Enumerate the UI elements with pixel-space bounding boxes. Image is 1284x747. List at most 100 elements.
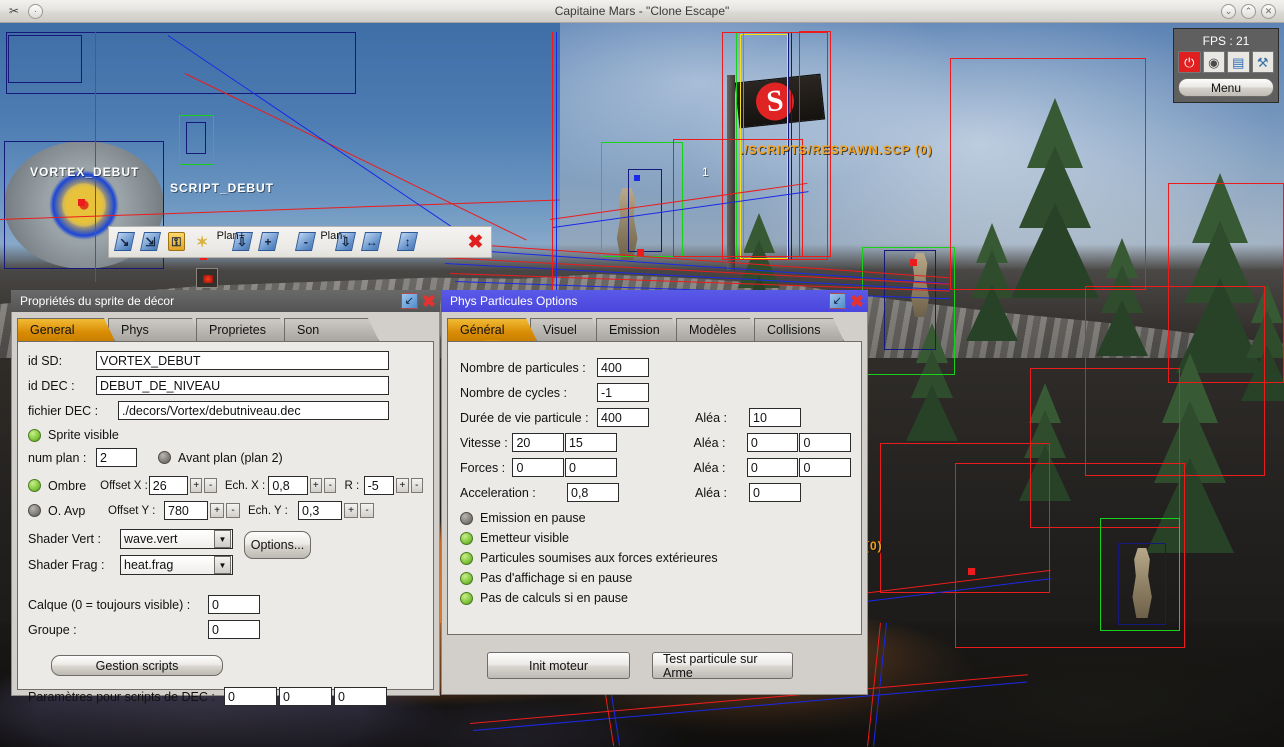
tab-emission[interactable]: Emission (596, 318, 683, 341)
r-input[interactable]: -5 (364, 476, 395, 495)
tab-phys[interactable]: Phys (108, 318, 203, 341)
pas-calculs-row[interactable]: Pas de calculs si en pause (460, 591, 851, 605)
num-plan-input[interactable]: 2 (96, 448, 137, 467)
tab-collisions[interactable]: Collisions (754, 318, 844, 341)
pas-calculs-indicator[interactable] (460, 592, 473, 605)
vitesse-input-1[interactable]: 20 (512, 433, 564, 452)
gestion-scripts-button[interactable]: Gestion scripts (51, 655, 223, 676)
fichier-dec-input[interactable]: ./decors/Vortex/debutniveau.dec (118, 401, 389, 420)
wrench-icon[interactable]: ⚒ (1252, 51, 1275, 73)
minus-icon[interactable]: - (296, 230, 315, 254)
sprite-toolbar[interactable]: ↘ ⇲ ⚿ ✶ Plan+⇩ + - Plan-⇩ ↔ ↕ ✖ (108, 226, 492, 258)
params-dec-input-2[interactable]: 0 (279, 687, 332, 706)
game-viewport[interactable]: S (0, 23, 1284, 747)
avant-plan-indicator[interactable] (158, 451, 171, 464)
tab-proprietes[interactable]: Proprietes (196, 318, 291, 341)
dialog-titlebar[interactable]: Phys Particules Options ↙ ✖ (441, 290, 868, 312)
groupe-input[interactable]: 0 (208, 620, 260, 639)
offset-y-increment[interactable]: + (210, 503, 224, 518)
minimize-icon[interactable]: ↙ (829, 293, 846, 309)
tab-general[interactable]: General (17, 318, 115, 341)
chevron-down-icon[interactable]: ▼ (214, 530, 231, 548)
offset-y-input[interactable]: 780 (164, 501, 208, 520)
acceleration-input[interactable]: 0,8 (567, 483, 619, 502)
ombre-indicator[interactable] (28, 479, 41, 492)
forces-alea-input-1[interactable]: 0 (747, 458, 799, 477)
magic-wand-icon[interactable]: ✶ (193, 230, 212, 254)
plan-plus-icon[interactable]: Plan+⇩ (233, 230, 252, 254)
nombre-particules-input[interactable]: 400 (597, 358, 649, 377)
plus-icon[interactable]: + (259, 230, 278, 254)
sprite-visible-row[interactable]: Sprite visible (28, 428, 423, 442)
tab-general[interactable]: Général (447, 318, 537, 341)
id-dec-input[interactable]: DEBUT_DE_NIVEAU (96, 376, 389, 395)
delete-icon[interactable]: ✖ (466, 230, 485, 254)
particles-options-dialog[interactable]: Phys Particules Options ↙ ✖ Général Visu… (441, 290, 868, 695)
close-button[interactable]: ✕ (1261, 4, 1276, 19)
close-icon[interactable]: ✖ (850, 293, 864, 310)
monitor-icon[interactable]: ▤ (1227, 51, 1250, 73)
camera-icon[interactable]: ◉ (1203, 51, 1226, 73)
select-sprite-icon[interactable]: ↘ (115, 230, 134, 254)
emetteur-visible-row[interactable]: Emetteur visible (460, 531, 851, 545)
tab-modeles[interactable]: Modèles (676, 318, 761, 341)
id-sd-input[interactable]: VORTEX_DEBUT (96, 351, 389, 370)
chevron-down-icon[interactable]: ▼ (214, 556, 231, 574)
o-avp-indicator[interactable] (28, 504, 41, 517)
lock-icon[interactable]: ⚿ (167, 230, 186, 254)
r-decrement[interactable]: - (411, 478, 423, 493)
options-button[interactable]: Options... (244, 531, 311, 559)
duplicate-sprite-icon[interactable]: ⇲ (141, 230, 160, 254)
pas-affichage-row[interactable]: Pas d'affichage si en pause (460, 571, 851, 585)
sprite-properties-dialog[interactable]: Propriétés du sprite de décor ↙ ✖ Genera… (11, 290, 440, 696)
test-particule-button[interactable]: Test particule sur Arme (652, 652, 793, 679)
forces-input-1[interactable]: 0 (512, 458, 564, 477)
vitesse-alea-input-1[interactable]: 0 (747, 433, 799, 452)
duree-vie-input[interactable]: 400 (597, 408, 649, 427)
ech-x-input[interactable]: 0,8 (268, 476, 307, 495)
duree-vie-alea-input[interactable]: 10 (749, 408, 801, 427)
tab-visuel[interactable]: Visuel (530, 318, 603, 341)
banner-sprite[interactable]: S (735, 74, 825, 129)
pas-affichage-indicator[interactable] (460, 572, 473, 585)
ech-y-decrement[interactable]: - (360, 503, 374, 518)
ech-y-input[interactable]: 0,3 (298, 501, 342, 520)
app-icon[interactable]: ✂ (6, 3, 22, 19)
ech-y-increment[interactable]: + (344, 503, 358, 518)
shader-blast-thumb[interactable] (196, 268, 218, 288)
ech-x-increment[interactable]: + (310, 478, 322, 493)
minimize-icon[interactable]: ↙ (401, 293, 418, 309)
offset-x-input[interactable]: 26 (149, 476, 188, 495)
offset-x-decrement[interactable]: - (204, 478, 216, 493)
menu-button[interactable]: Menu (1178, 78, 1274, 97)
params-dec-input-3[interactable]: 0 (334, 687, 387, 706)
emission-pause-row[interactable]: Emission en pause (460, 511, 851, 525)
ech-x-decrement[interactable]: - (324, 478, 336, 493)
offset-x-increment[interactable]: + (190, 478, 202, 493)
acceleration-alea-input[interactable]: 0 (749, 483, 801, 502)
window-menu-icon[interactable]: · (28, 4, 43, 19)
vitesse-alea-input-2[interactable]: 0 (799, 433, 851, 452)
minimize-button[interactable]: ⌄ (1221, 4, 1236, 19)
sprite-visible-indicator[interactable] (28, 429, 41, 442)
tab-son[interactable]: Son (284, 318, 379, 341)
nombre-cycles-input[interactable]: -1 (597, 383, 649, 402)
maximize-button[interactable]: ⌃ (1241, 4, 1256, 19)
power-icon[interactable]: ⏻ (1178, 51, 1201, 73)
r-increment[interactable]: + (396, 478, 408, 493)
emission-pause-indicator[interactable] (460, 512, 473, 525)
forces-exterieures-indicator[interactable] (460, 552, 473, 565)
plan-minus-icon[interactable]: Plan-⇩ (336, 230, 355, 254)
params-dec-input-1[interactable]: 0 (224, 687, 277, 706)
calque-input[interactable]: 0 (208, 595, 260, 614)
dialog-titlebar[interactable]: Propriétés du sprite de décor ↙ ✖ (11, 290, 440, 312)
init-moteur-button[interactable]: Init moteur (487, 652, 630, 679)
forces-input-2[interactable]: 0 (565, 458, 617, 477)
shader-vert-select[interactable]: wave.vert ▼ (120, 529, 233, 549)
offset-y-decrement[interactable]: - (226, 503, 240, 518)
flip-horizontal-icon[interactable]: ↔ (362, 230, 381, 254)
close-icon[interactable]: ✖ (422, 293, 436, 310)
shader-frag-select[interactable]: heat.frag ▼ (120, 555, 233, 575)
vitesse-input-2[interactable]: 15 (565, 433, 617, 452)
flip-vertical-icon[interactable]: ↕ (398, 230, 417, 254)
